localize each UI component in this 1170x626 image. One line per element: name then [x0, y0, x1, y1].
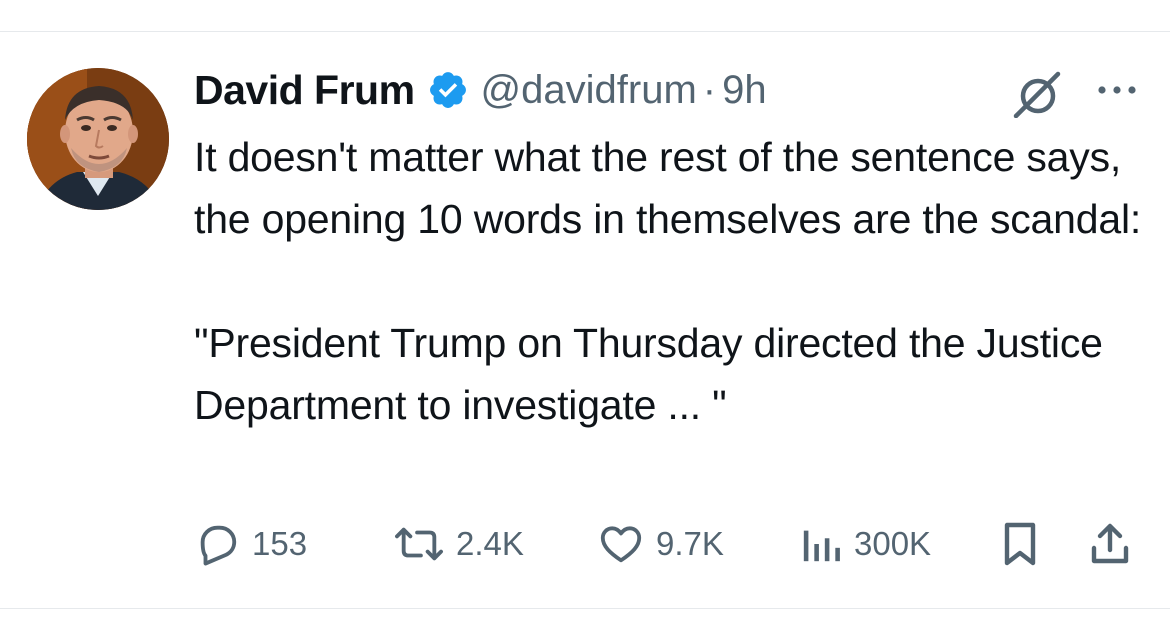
reply-count: 153	[252, 525, 308, 562]
repost-icon	[394, 521, 444, 567]
repost-count: 2.4K	[456, 525, 524, 562]
bookmark-icon	[1000, 520, 1040, 568]
separator-dot: ·	[702, 67, 717, 112]
tweet-card[interactable]: David Frum @davidfrum · 9h It doesn't ma…	[0, 0, 1170, 626]
author-name[interactable]: David Frum	[194, 67, 415, 114]
views-count: 300K	[854, 525, 932, 562]
author-handle[interactable]: @davidfrum	[481, 68, 697, 113]
reply-button[interactable]: 153	[194, 516, 307, 572]
reply-icon	[194, 521, 240, 567]
views-button[interactable]: 300K	[800, 516, 931, 572]
share-button[interactable]	[1088, 516, 1132, 572]
views-icon	[800, 521, 842, 567]
heart-icon	[598, 521, 644, 567]
tweet-timestamp[interactable]: 9h	[722, 68, 767, 113]
grok-icon[interactable]	[1012, 70, 1064, 119]
tweet-actions: 153 2.4K 9.7K 300K	[194, 516, 1144, 572]
tweet-header: David Frum @davidfrum · 9h	[194, 62, 767, 118]
repost-button[interactable]: 2.4K	[394, 516, 524, 572]
verified-badge-icon	[427, 69, 469, 111]
divider-top	[0, 31, 1170, 32]
share-icon	[1088, 520, 1132, 568]
avatar[interactable]	[27, 68, 169, 210]
like-count: 9.7K	[656, 525, 724, 562]
divider-bottom	[0, 608, 1170, 609]
bookmark-button[interactable]	[1000, 516, 1040, 572]
like-button[interactable]: 9.7K	[598, 516, 724, 572]
more-options-icon[interactable]	[1094, 78, 1140, 102]
tweet-text: It doesn't matter what the rest of the s…	[194, 134, 1142, 428]
